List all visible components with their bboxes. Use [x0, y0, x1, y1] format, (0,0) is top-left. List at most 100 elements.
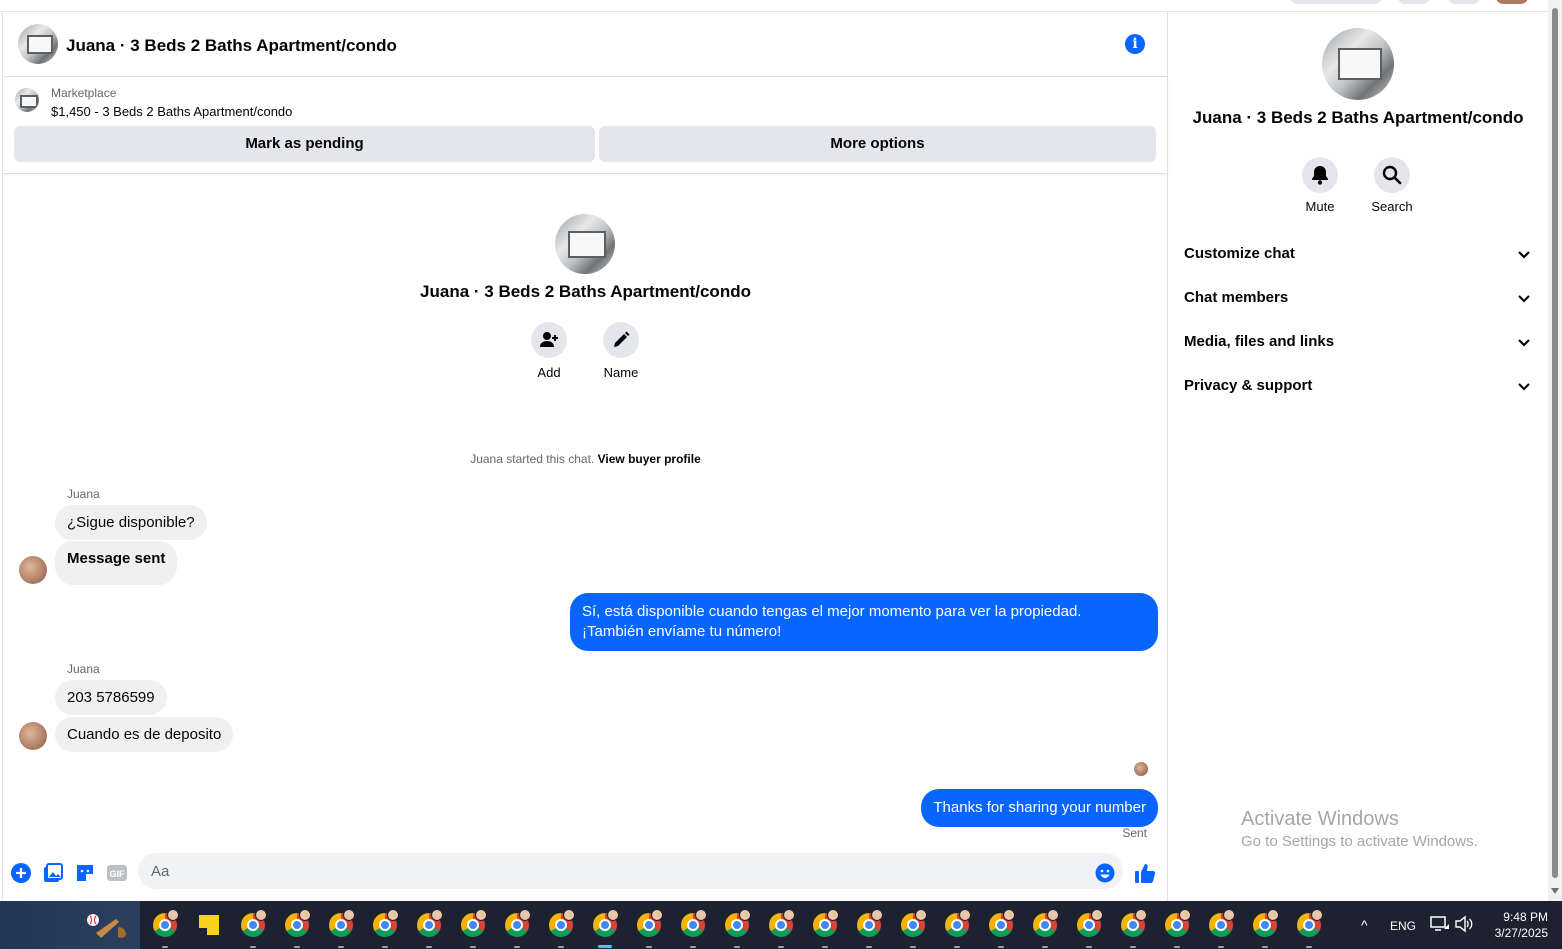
top-nav-blob [1398, 0, 1430, 4]
profile-badge-icon [255, 909, 267, 921]
gif-label: GIF [110, 869, 126, 879]
scrollbar-thumb[interactable] [1552, 8, 1558, 878]
chrome-taskbar-icon[interactable] [1293, 909, 1325, 948]
profile-badge-icon [827, 909, 839, 921]
chrome-taskbar-icon[interactable] [1161, 909, 1193, 948]
network-icon[interactable] [1430, 915, 1450, 936]
mark-as-pending-button[interactable]: Mark as pending [14, 126, 595, 162]
profile-badge-icon [343, 909, 355, 921]
top-avatar[interactable] [1496, 0, 1528, 4]
chrome-taskbar-icon[interactable] [369, 909, 401, 948]
search-button[interactable]: Search [1357, 157, 1427, 214]
chrome-taskbar-icon[interactable] [237, 909, 269, 948]
like-icon[interactable] [1134, 862, 1156, 884]
message-bubble-incoming[interactable]: Cuando es de deposito [55, 717, 234, 752]
marketplace-bar: Marketplace $1,450 - 3 Beds 2 Baths Apar… [3, 77, 1168, 174]
top-strip [0, 0, 1548, 12]
chrome-taskbar-icon[interactable] [809, 909, 841, 948]
scroll-down-arrow-icon[interactable] [1551, 888, 1559, 894]
chrome-taskbar-icon[interactable] [501, 909, 533, 948]
sticker-icon[interactable] [74, 862, 96, 884]
message-bubble-outgoing[interactable]: Sí, está disponible cuando tengas el mej… [570, 593, 1158, 651]
customize-chat-section[interactable]: Customize chat [1176, 234, 1540, 274]
gif-icon[interactable]: GIF [106, 862, 128, 884]
chrome-taskbar-icon[interactable] [413, 909, 445, 948]
juana-avatar[interactable] [19, 556, 47, 584]
chrome-taskbar-icon[interactable] [853, 909, 885, 948]
message-input[interactable] [138, 853, 1123, 889]
chat-title[interactable]: Juana · 3 Beds 2 Baths Apartment/condo [66, 36, 397, 56]
search-icon [1374, 157, 1410, 193]
chat-details-panel: Juana · 3 Beds 2 Baths Apartment/condo M… [1168, 12, 1548, 901]
windows-taskbar: ^ ENG 9:48 PM 3/27/2025 [0, 901, 1562, 949]
chrome-taskbar-icon[interactable] [1073, 909, 1105, 948]
message-bubble-outgoing[interactable]: Thanks for sharing your number [921, 789, 1158, 827]
taskbar-clock[interactable]: 9:48 PM 3/27/2025 [1478, 909, 1548, 941]
juana-avatar[interactable] [19, 722, 47, 750]
profile-badge-icon [387, 909, 399, 921]
chrome-taskbar-icon[interactable] [457, 909, 489, 948]
profile-badge-icon [695, 909, 707, 921]
side-avatar[interactable] [1322, 28, 1394, 100]
section-label: Privacy & support [1184, 377, 1313, 394]
chrome-taskbar-icon[interactable] [897, 909, 929, 948]
profile-badge-icon [1091, 909, 1103, 921]
info-icon[interactable]: i [1125, 34, 1145, 54]
chrome-taskbar-icon[interactable] [589, 909, 621, 948]
top-nav-blob [1448, 0, 1480, 4]
mute-button[interactable]: Mute [1285, 157, 1355, 214]
chrome-taskbar-icon[interactable] [149, 909, 181, 948]
more-options-button[interactable]: More options [599, 126, 1156, 162]
name-label: Name [603, 365, 639, 380]
media-files-links-section[interactable]: Media, files and links [1176, 322, 1540, 362]
chrome-taskbar-icon[interactable] [633, 909, 665, 948]
sticky-notes-icon [199, 915, 219, 935]
chrome-taskbar-icon[interactable] [1205, 909, 1237, 948]
message-bubble-incoming[interactable]: 203 5786599 [55, 680, 167, 715]
profile-badge-icon [475, 909, 487, 921]
section-label: Customize chat [1184, 245, 1295, 262]
listing-line[interactable]: $1,450 - 3 Beds 2 Baths Apartment/condo [51, 104, 292, 119]
screen: Juana · 3 Beds 2 Baths Apartment/condo i… [0, 0, 1562, 949]
page-scrollbar[interactable] [1548, 0, 1562, 901]
chrome-taskbar-icon[interactable] [1249, 909, 1281, 948]
add-person-icon [531, 322, 567, 358]
sent-status: Sent [1122, 826, 1147, 840]
section-label: Chat members [1184, 289, 1289, 306]
mute-label: Mute [1305, 199, 1335, 214]
sticky-notes-taskbar-icon[interactable] [193, 909, 225, 941]
message-bubble-incoming[interactable]: Message sent [55, 541, 178, 585]
pencil-icon [603, 322, 639, 358]
emoji-icon[interactable] [1094, 862, 1116, 884]
chrome-taskbar-icon[interactable] [677, 909, 709, 948]
clock-time: 9:48 PM [1503, 910, 1548, 924]
chrome-taskbar-icon[interactable] [765, 909, 797, 948]
profile-badge-icon [1311, 909, 1323, 921]
chrome-taskbar-icon[interactable] [325, 909, 357, 948]
listing-avatar[interactable] [18, 24, 58, 64]
message-bubble-incoming[interactable]: ¿Sigue disponible? [55, 505, 207, 540]
chrome-taskbar-icon[interactable] [1117, 909, 1149, 948]
photo-icon[interactable] [42, 862, 64, 884]
chrome-taskbar-icon[interactable] [721, 909, 753, 948]
chat-members-section[interactable]: Chat members [1176, 278, 1540, 318]
volume-icon[interactable] [1454, 915, 1474, 936]
chrome-taskbar-icon[interactable] [985, 909, 1017, 948]
tray-overflow-chevron-icon[interactable]: ^ [1361, 917, 1368, 933]
language-indicator[interactable]: ENG [1390, 919, 1416, 933]
add-label: Add [537, 365, 561, 380]
chrome-taskbar-icon[interactable] [941, 909, 973, 948]
view-buyer-profile-link[interactable]: View buyer profile [598, 452, 701, 466]
add-button[interactable]: Add [519, 322, 579, 380]
chrome-taskbar-icon[interactable] [281, 909, 313, 948]
chrome-taskbar-icon[interactable] [545, 909, 577, 948]
name-button[interactable]: Name [591, 322, 651, 380]
taskbar-widgets[interactable] [0, 901, 140, 949]
plus-icon[interactable] [10, 862, 32, 884]
section-label: Media, files and links [1184, 333, 1335, 350]
chevron-down-icon [1518, 251, 1530, 259]
chrome-taskbar-icon[interactable] [1029, 909, 1061, 948]
profile-badge-icon [1223, 909, 1235, 921]
privacy-support-section[interactable]: Privacy & support [1176, 366, 1540, 406]
profile-badge-icon [607, 909, 619, 921]
